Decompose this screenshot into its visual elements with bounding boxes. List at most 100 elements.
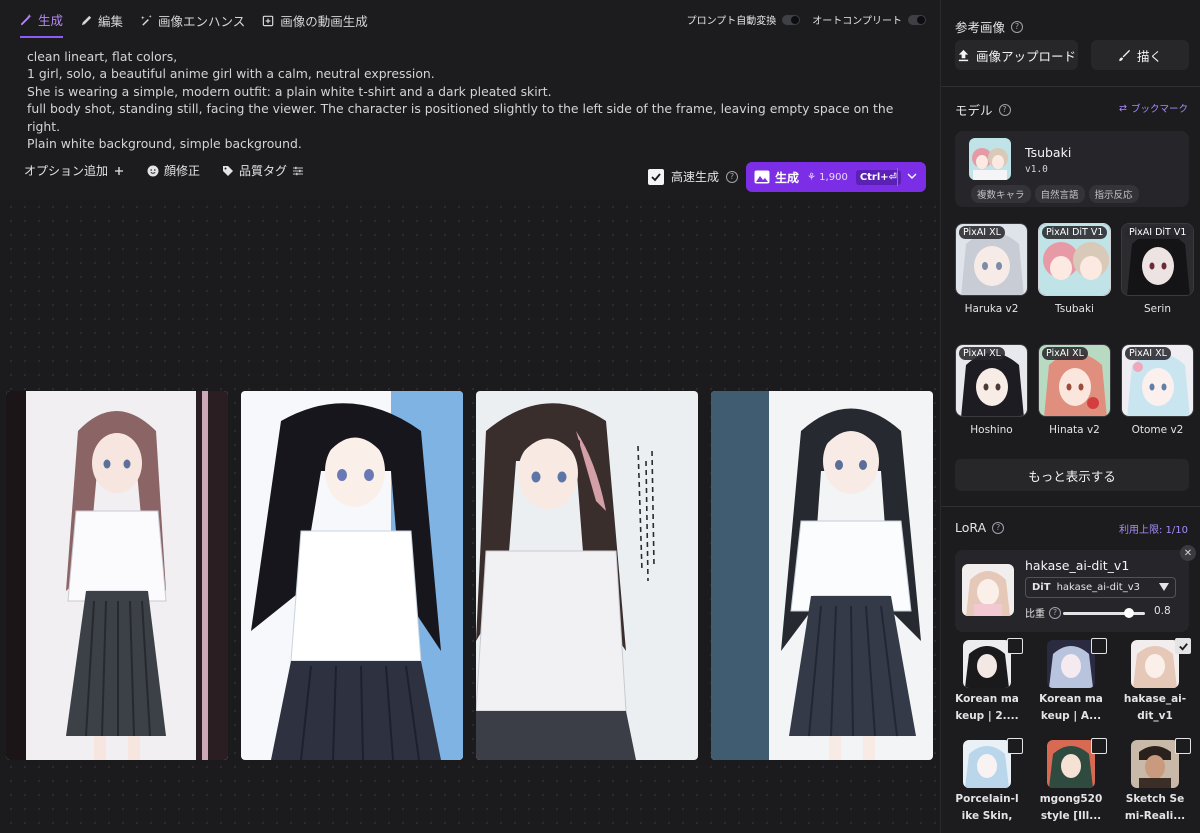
chevron-down-icon[interactable] xyxy=(907,171,917,181)
lora-label: hakase_ai-dit_v1 xyxy=(1122,691,1188,725)
add-option-label: オプション追加 xyxy=(24,164,109,178)
model-badge: PixAI DiT V1 xyxy=(1125,226,1191,239)
model-item-tsubaki[interactable]: PixAI DiT V1 Tsubaki xyxy=(1038,223,1111,315)
fast-generate[interactable]: 高速生成 ? xyxy=(648,168,739,185)
lora-checkbox[interactable] xyxy=(1007,738,1023,754)
model-preview-image xyxy=(969,138,1011,180)
lora-item[interactable]: Sketch Se mi-Reali... xyxy=(1125,738,1191,833)
reference-title: 参考画像 xyxy=(955,20,1006,35)
sliders-icon xyxy=(293,166,304,175)
plus-icon xyxy=(115,166,124,175)
model-badge: PixAI XL xyxy=(1125,347,1171,360)
model-item-hoshino[interactable]: PixAI XL Hoshino xyxy=(955,344,1028,436)
fast-generate-checkbox[interactable] xyxy=(648,168,664,185)
generated-image-card[interactable] xyxy=(476,391,698,760)
settings-panel: 参考画像 ? 画像アップロード 描く モデル ? ⇄ ブックマーク Tsubak… xyxy=(940,0,1200,833)
brush-icon xyxy=(1119,49,1131,61)
lora-checkbox[interactable] xyxy=(1091,738,1107,754)
help-icon[interactable]: ? xyxy=(992,521,1005,534)
model-image: PixAI XL xyxy=(955,344,1028,417)
prompt-input[interactable]: clean lineart, flat colors, 1 girl, solo… xyxy=(27,48,907,152)
help-icon[interactable]: ? xyxy=(1011,20,1024,33)
tab-generate[interactable]: 生成 xyxy=(20,10,64,38)
image-icon xyxy=(754,170,770,184)
generated-image-card[interactable] xyxy=(6,391,228,760)
model-image: PixAI DiT V1 xyxy=(1121,223,1194,296)
lora-section-title: LoRA ? xyxy=(955,520,1005,535)
add-option-button[interactable]: オプション追加 xyxy=(24,162,125,179)
lora-image xyxy=(1047,740,1095,788)
model-image: PixAI XL xyxy=(1121,344,1194,417)
bookmark-link[interactable]: ⇄ ブックマーク xyxy=(1119,101,1188,116)
lora-weight-slider[interactable] xyxy=(1063,608,1145,618)
prompt-auto-toggle-wrap: プロンプト自動変換 xyxy=(687,12,801,27)
lora-label-line: keup | A... xyxy=(1040,710,1102,722)
lora-preview-image xyxy=(1047,640,1095,688)
model-label: Otome v2 xyxy=(1131,424,1184,436)
help-icon[interactable]: ? xyxy=(998,103,1011,116)
selected-model-card[interactable]: Tsubaki v1.0 複数キャラ 自然言語 指示反応 xyxy=(955,131,1189,207)
lora-grid-row-1: Korean ma keup | 2.... Korean ma keup | A.… xyxy=(955,638,1199,725)
model-item-hinata[interactable]: PixAI XL Hinata v2 xyxy=(1038,344,1111,436)
help-icon[interactable]: ? xyxy=(726,170,739,183)
lora-checkbox[interactable] xyxy=(1175,738,1191,754)
prompt-auto-label: プロンプト自動変換 xyxy=(686,16,777,27)
lora-preview-image xyxy=(1131,640,1179,688)
model-item-serin[interactable]: PixAI DiT V1 Serin xyxy=(1121,223,1194,315)
quality-tag-button[interactable]: 品質タグ xyxy=(222,162,304,179)
lora-preview-image xyxy=(1047,740,1095,788)
autocomplete-toggle[interactable] xyxy=(908,14,926,25)
tab-video[interactable]: 画像の動画生成 xyxy=(262,10,368,38)
tab-label: 画像の動画生成 xyxy=(280,14,368,29)
lora-item[interactable]: Porcelain-l ike Skin, ... xyxy=(955,738,1023,833)
lora-version-value: hakase_ai-dit_v3 xyxy=(1056,582,1140,593)
face-fix-button[interactable]: 顔修正 xyxy=(147,162,200,179)
tab-enhance[interactable]: 画像エンハンス xyxy=(140,10,245,38)
anime-girl-image xyxy=(711,391,933,760)
generated-image-card[interactable] xyxy=(711,391,933,760)
divider xyxy=(941,86,1200,87)
draw-label: 描く xyxy=(1136,48,1162,64)
face-fix-label: 顔修正 xyxy=(164,164,201,178)
remove-lora-button[interactable]: ✕ xyxy=(1180,545,1196,561)
model-thumbnail xyxy=(969,138,1011,180)
generated-image-card[interactable] xyxy=(241,391,463,760)
generate-button[interactable]: 生成 ⚘ 1,900 Ctrl+⏎ xyxy=(746,162,926,192)
lora-item[interactable]: Korean ma keup | 2.... xyxy=(955,638,1023,725)
lora-label: mgong520 style [Ill... xyxy=(1038,791,1104,825)
help-icon[interactable]: ? xyxy=(1049,606,1061,619)
model-tag: 自然言語 xyxy=(1034,185,1085,203)
lora-checkbox[interactable] xyxy=(1007,638,1023,654)
weight-label: 比重 xyxy=(1025,609,1045,620)
pencil-icon xyxy=(81,15,92,26)
check-icon xyxy=(651,172,661,181)
model-item-haruka[interactable]: PixAI XL Haruka v2 xyxy=(955,223,1028,315)
lora-label: Porcelain-l ike Skin, ... xyxy=(954,791,1020,833)
show-more-button[interactable]: もっと表示する xyxy=(955,459,1189,491)
lora-label-line: keup | 2.... xyxy=(955,710,1019,722)
top-bar: 生成 編集 画像エンハンス 画像の動画生成 プロンプト自動変換 オートコンプリー… xyxy=(0,0,940,38)
model-badge: PixAI XL xyxy=(959,347,1005,360)
model-item-otome[interactable]: PixAI XL Otome v2 xyxy=(1121,344,1194,436)
lora-checkbox[interactable] xyxy=(1091,638,1107,654)
model-label: Tsubaki xyxy=(1055,303,1094,315)
lora-item[interactable]: mgong520 style [Ill... xyxy=(1040,738,1107,833)
model-tag: 指示反応 xyxy=(1088,185,1139,203)
prompt-auto-toggle[interactable] xyxy=(782,14,801,25)
upload-image-button[interactable]: 画像アップロード xyxy=(955,40,1078,70)
tab-label: 生成 xyxy=(38,13,64,28)
draw-button[interactable]: 描く xyxy=(1091,40,1189,70)
slider-knob[interactable] xyxy=(1123,608,1134,618)
lora-checkbox-checked[interactable] xyxy=(1175,638,1191,654)
model-badge: PixAI XL xyxy=(1042,347,1088,360)
lora-preview-image xyxy=(963,640,1011,688)
lora-item[interactable]: hakase_ai-dit_v1 xyxy=(1124,638,1191,725)
tab-edit[interactable]: 編集 xyxy=(80,10,123,38)
lora-version-select[interactable]: DiT hakase_ai-dit_v3 xyxy=(1025,577,1176,598)
face-icon xyxy=(147,165,159,176)
divider xyxy=(941,506,1200,507)
lora-item[interactable]: Korean ma keup | A... xyxy=(1039,638,1107,725)
model-tags: 複数キャラ 自然言語 指示反応 xyxy=(971,185,1139,203)
anime-girl-image xyxy=(241,391,463,760)
sparkle-wand-icon xyxy=(140,14,152,26)
